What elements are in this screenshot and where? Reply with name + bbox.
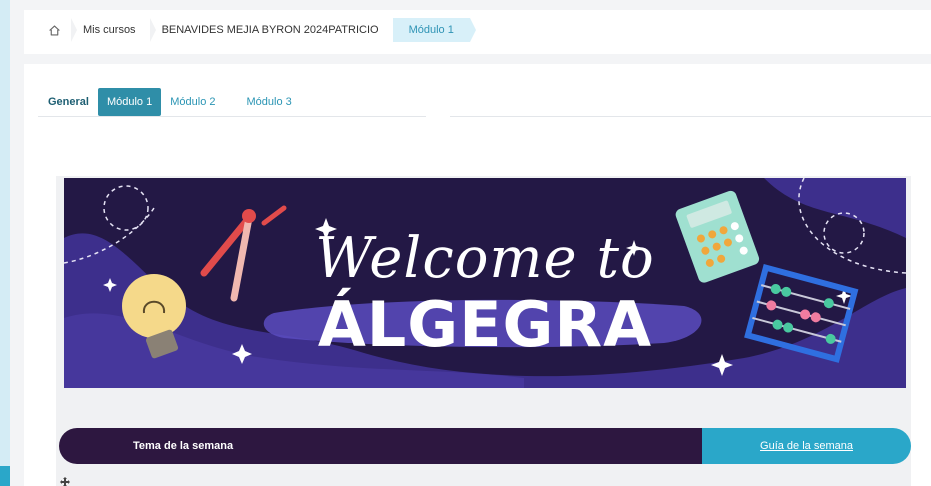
breadcrumb-item-course[interactable]: BENAVIDES MEJIA BYRON 2024PATRICIO — [150, 18, 399, 42]
breadcrumb-label: Mis cursos — [83, 24, 136, 36]
tab-modulo-3[interactable]: Módulo 3 — [238, 88, 301, 116]
tab-divider — [450, 116, 931, 117]
breadcrumb-label: BENAVIDES MEJIA BYRON 2024PATRICIO — [161, 24, 379, 36]
breadcrumb: Mis cursos BENAVIDES MEJIA BYRON 2024PAT… — [44, 18, 477, 42]
tab-modulo-2[interactable]: Módulo 2 — [161, 88, 237, 116]
banner-title-subject: ÁLGEGRA — [317, 288, 653, 361]
week-topic: Tema de la semana — [59, 428, 702, 464]
section-tabs: General Módulo 1 Módulo 2 Módulo 3 — [38, 88, 301, 116]
tab-divider — [38, 116, 426, 117]
breadcrumb-panel: Mis cursos BENAVIDES MEJIA BYRON 2024PAT… — [24, 10, 931, 54]
left-rail — [0, 0, 10, 486]
tab-modulo-1[interactable]: Módulo 1 — [97, 88, 162, 116]
move-icon[interactable] — [60, 477, 70, 486]
banner-title-welcome: Welcome to — [315, 226, 655, 291]
section-content: Welcome to ÁLGEGRA Tema de la semana Guí… — [56, 176, 911, 486]
week-guide-link[interactable]: Guía de la semana — [760, 440, 853, 452]
home-icon — [49, 24, 60, 36]
breadcrumb-home[interactable] — [44, 18, 77, 42]
tab-general[interactable]: General — [38, 88, 98, 116]
breadcrumb-label: Módulo 1 — [408, 24, 454, 36]
welcome-banner: Welcome to ÁLGEGRA — [63, 177, 907, 388]
week-bar: Tema de la semana Guía de la semana — [59, 428, 911, 464]
main-panel: General Módulo 1 Módulo 2 Módulo 3 Welco… — [24, 64, 931, 486]
breadcrumb-item-current[interactable]: Módulo 1 — [392, 18, 477, 42]
week-guide-cell: Guía de la semana — [702, 428, 911, 464]
breadcrumb-item-mis-cursos[interactable]: Mis cursos — [71, 18, 156, 42]
move-icon-glyph — [60, 477, 70, 486]
left-rail-accent — [0, 466, 10, 486]
